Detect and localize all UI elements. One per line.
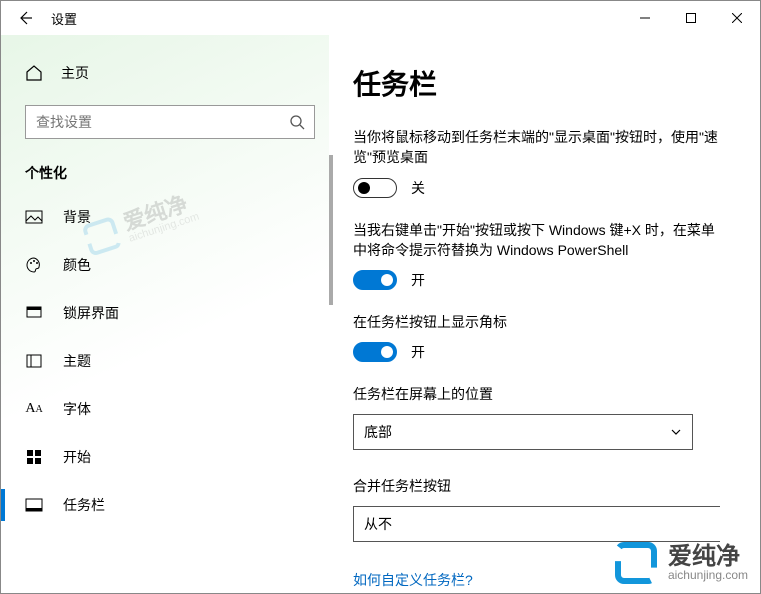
home-label: 主页 bbox=[61, 63, 89, 83]
badges-state: 开 bbox=[411, 342, 425, 362]
sidebar-item-label: 字体 bbox=[63, 399, 91, 419]
close-button[interactable] bbox=[714, 2, 760, 34]
minimize-button[interactable] bbox=[622, 2, 668, 34]
title-bar: 设置 bbox=[1, 1, 760, 35]
body: 主页 个性化 背景 颜色 锁屏界面 主题 bbox=[1, 35, 760, 592]
peek-desktop-desc: 当你将鼠标移动到任务栏末端的"显示桌面"按钮时，使用"速览"预览桌面 bbox=[353, 127, 720, 168]
window-controls bbox=[622, 2, 760, 34]
palette-icon bbox=[25, 256, 43, 274]
brand-logo-icon bbox=[612, 539, 660, 587]
sidebar-item-fonts[interactable]: AA 字体 bbox=[11, 385, 329, 433]
scrollbar-thumb[interactable] bbox=[329, 155, 333, 305]
sidebar-item-background[interactable]: 背景 bbox=[11, 193, 329, 241]
toggle-knob bbox=[381, 346, 393, 358]
arrow-left-icon bbox=[17, 10, 33, 26]
image-icon bbox=[25, 208, 43, 226]
sidebar-item-label: 锁屏界面 bbox=[63, 303, 119, 323]
powershell-state: 开 bbox=[411, 270, 425, 290]
sidebar-item-themes[interactable]: 主题 bbox=[11, 337, 329, 385]
peek-desktop-state: 关 bbox=[411, 178, 425, 198]
app-title: 设置 bbox=[51, 9, 77, 28]
sidebar-item-taskbar[interactable]: 任务栏 bbox=[11, 481, 329, 529]
sidebar-item-label: 背景 bbox=[63, 207, 91, 227]
taskbar-icon bbox=[25, 496, 43, 514]
back-button[interactable] bbox=[9, 2, 41, 34]
taskbar-position-label: 任务栏在屏幕上的位置 bbox=[353, 384, 720, 404]
scrollbar-track bbox=[329, 155, 333, 592]
combine-buttons-value: 从不 bbox=[364, 514, 392, 534]
toggle-knob bbox=[381, 274, 393, 286]
chevron-down-icon bbox=[670, 426, 682, 438]
sidebar-item-label: 颜色 bbox=[63, 255, 91, 275]
combine-buttons-label: 合并任务栏按钮 bbox=[353, 476, 720, 496]
search-input[interactable] bbox=[25, 105, 315, 139]
lockscreen-icon bbox=[25, 304, 43, 322]
start-icon bbox=[25, 448, 43, 466]
maximize-button[interactable] bbox=[668, 2, 714, 34]
brand-stamp: 爱纯净 aichunjing.com bbox=[612, 539, 748, 587]
taskbar-position-dropdown[interactable]: 底部 bbox=[353, 414, 693, 450]
combine-buttons-dropdown[interactable]: 从不 bbox=[353, 506, 720, 542]
settings-window: 设置 主页 个性化 bbox=[0, 0, 761, 594]
page-title: 任务栏 bbox=[353, 63, 720, 103]
powershell-toggle-row: 开 bbox=[353, 270, 720, 290]
sidebar-item-colors[interactable]: 颜色 bbox=[11, 241, 329, 289]
powershell-toggle[interactable] bbox=[353, 270, 397, 290]
sidebar-item-start[interactable]: 开始 bbox=[11, 433, 329, 481]
badges-toggle-row: 开 bbox=[353, 342, 720, 362]
peek-desktop-toggle[interactable] bbox=[353, 178, 397, 198]
customize-taskbar-link[interactable]: 如何自定义任务栏? bbox=[353, 572, 473, 588]
taskbar-position-value: 底部 bbox=[364, 422, 392, 442]
sidebar-item-label: 开始 bbox=[63, 447, 91, 467]
section-header: 个性化 bbox=[11, 157, 329, 193]
main-content: 任务栏 当你将鼠标移动到任务栏末端的"显示桌面"按钮时，使用"速览"预览桌面 关… bbox=[329, 35, 760, 592]
sidebar-item-label: 主题 bbox=[63, 351, 91, 371]
home-icon bbox=[25, 64, 43, 82]
search-wrap bbox=[25, 105, 315, 139]
home-nav[interactable]: 主页 bbox=[11, 55, 329, 91]
theme-icon bbox=[25, 352, 43, 370]
powershell-desc: 当我右键单击"开始"按钮或按下 Windows 键+X 时，在菜单中将命令提示符… bbox=[353, 220, 720, 261]
sidebar: 主页 个性化 背景 颜色 锁屏界面 主题 bbox=[1, 35, 329, 592]
minimize-icon bbox=[640, 13, 650, 23]
sidebar-item-lockscreen[interactable]: 锁屏界面 bbox=[11, 289, 329, 337]
badges-toggle[interactable] bbox=[353, 342, 397, 362]
font-icon: AA bbox=[25, 400, 43, 418]
sidebar-item-label: 任务栏 bbox=[63, 495, 105, 515]
title-bar-left: 设置 bbox=[9, 2, 77, 34]
peek-desktop-toggle-row: 关 bbox=[353, 178, 720, 198]
brand-text-en: aichunjing.com bbox=[668, 569, 748, 581]
badges-desc: 在任务栏按钮上显示角标 bbox=[353, 312, 720, 332]
maximize-icon bbox=[686, 13, 696, 23]
brand-text-cn: 爱纯净 bbox=[668, 545, 748, 569]
toggle-knob bbox=[358, 182, 370, 194]
close-icon bbox=[732, 13, 742, 23]
search-icon bbox=[289, 114, 305, 130]
